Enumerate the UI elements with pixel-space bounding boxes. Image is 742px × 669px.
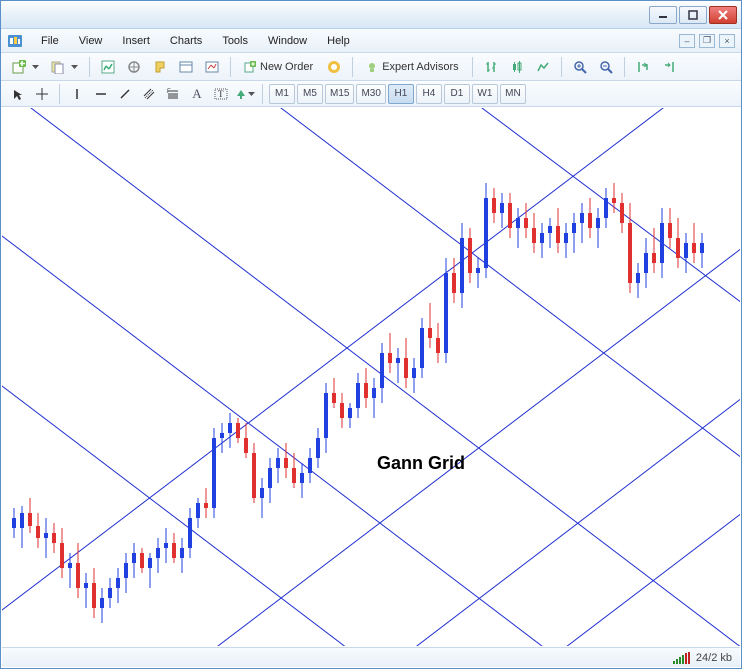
zoom-in-button[interactable] [568, 56, 592, 78]
navigator-button[interactable] [122, 56, 146, 78]
line-chart-button[interactable] [531, 56, 555, 78]
drawing-toolbar: F A T M1 M5 M15 M30 H1 H4 D1 W1 MN [1, 81, 741, 107]
titlebar [1, 1, 741, 29]
maximize-button[interactable] [679, 6, 707, 24]
expert-advisors-label: Expert Advisors [382, 61, 458, 73]
toolbar-separator [230, 57, 231, 77]
candlestick-button[interactable] [505, 56, 529, 78]
app-window: File View Insert Charts Tools Window Hel… [0, 0, 742, 669]
trendline-button[interactable] [114, 84, 136, 104]
equidistant-channel-button[interactable] [138, 84, 160, 104]
vertical-line-button[interactable] [66, 84, 88, 104]
timeframe-d1[interactable]: D1 [444, 84, 470, 104]
profiles-button[interactable] [46, 56, 83, 78]
toolbar-separator [262, 84, 263, 104]
expert-advisors-button[interactable]: Expert Advisors [359, 56, 465, 78]
menu-view[interactable]: View [69, 32, 113, 50]
timeframe-h4[interactable]: H4 [416, 84, 442, 104]
timeframe-mn[interactable]: MN [500, 84, 526, 104]
menu-window[interactable]: Window [258, 32, 317, 50]
timeframe-m5[interactable]: M5 [297, 84, 323, 104]
mdi-restore-button[interactable]: ❐ [699, 34, 715, 48]
timeframe-m15[interactable]: M15 [325, 84, 354, 104]
market-watch-button[interactable] [96, 56, 120, 78]
data-window-button[interactable] [148, 56, 172, 78]
auto-scroll-button[interactable] [631, 56, 655, 78]
new-order-button[interactable]: New Order [237, 56, 320, 78]
menu-charts[interactable]: Charts [160, 32, 212, 50]
mdi-minimize-button[interactable]: – [679, 34, 695, 48]
toolbar-separator [89, 57, 90, 77]
strategy-tester-button[interactable] [200, 56, 224, 78]
text-label-button[interactable]: T [210, 84, 232, 104]
toolbar-separator [472, 57, 473, 77]
zoom-out-button[interactable] [594, 56, 618, 78]
minimize-button[interactable] [649, 6, 677, 24]
crosshair-button[interactable] [31, 84, 53, 104]
connection-status: 24/2 kb [696, 652, 732, 664]
timeframe-h1[interactable]: H1 [388, 84, 414, 104]
connection-bars-icon [673, 652, 690, 664]
menu-tools[interactable]: Tools [212, 32, 258, 50]
chart-area[interactable]: Gann Grid [2, 108, 740, 646]
horizontal-line-button[interactable] [90, 84, 112, 104]
statusbar: 24/2 kb [2, 647, 740, 667]
toolbar-separator [624, 57, 625, 77]
chart-shift-button[interactable] [657, 56, 681, 78]
new-chart-button[interactable] [7, 56, 44, 78]
timeframe-m1[interactable]: M1 [269, 84, 295, 104]
toolbar-separator [352, 57, 353, 77]
fibonacci-button[interactable]: F [162, 84, 184, 104]
chevron-down-icon [32, 65, 39, 69]
main-toolbar: New Order Expert Advisors [1, 53, 741, 81]
new-order-label: New Order [260, 61, 313, 73]
menu-file[interactable]: File [31, 32, 69, 50]
chevron-down-icon [248, 92, 255, 96]
toolbar-separator [561, 57, 562, 77]
bar-chart-button[interactable] [479, 56, 503, 78]
svg-text:F: F [167, 89, 171, 95]
timeframe-m30[interactable]: M30 [356, 84, 385, 104]
svg-text:T: T [218, 89, 224, 99]
menu-insert[interactable]: Insert [112, 32, 160, 50]
mdi-close-button[interactable]: × [719, 34, 735, 48]
menubar: File View Insert Charts Tools Window Hel… [1, 29, 741, 53]
metaquotes-button[interactable] [322, 56, 346, 78]
text-button[interactable]: A [186, 84, 208, 104]
chart-annotation: Gann Grid [377, 453, 465, 474]
menu-help[interactable]: Help [317, 32, 360, 50]
terminal-button[interactable] [174, 56, 198, 78]
timeframe-w1[interactable]: W1 [472, 84, 498, 104]
close-button[interactable] [709, 6, 737, 24]
app-icon [5, 32, 25, 50]
chevron-down-icon [71, 65, 78, 69]
toolbar-separator [59, 84, 60, 104]
arrows-button[interactable] [234, 84, 256, 104]
price-chart[interactable] [2, 108, 740, 646]
cursor-button[interactable] [7, 84, 29, 104]
